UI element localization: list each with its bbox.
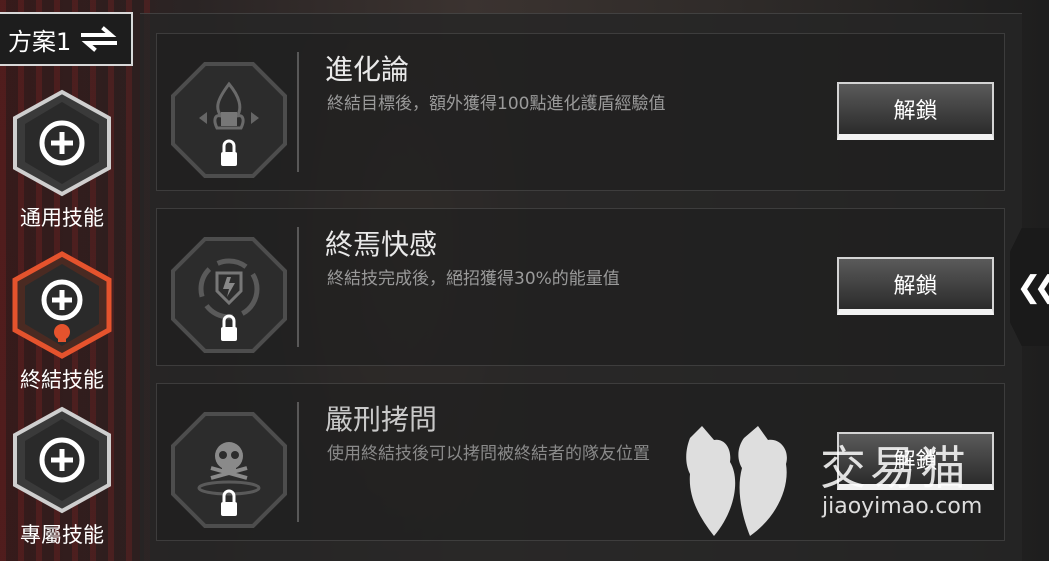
unlock-button[interactable]: 解鎖 [837, 82, 994, 140]
category-label: 通用技能 [20, 206, 104, 230]
swap-arrows-icon [81, 26, 118, 52]
ultimate-shield-emblem-icon [171, 237, 287, 353]
skill-title: 進化論 [325, 53, 410, 86]
collapse-panel-button[interactable]: ❮❮ [1010, 228, 1049, 346]
category-label: 專屬技能 [20, 523, 104, 547]
watermark-url: jiaoyimao.com [822, 494, 983, 519]
plus-circle-hex-icon [13, 89, 111, 197]
unlock-button[interactable]: 解鎖 [837, 257, 994, 315]
skill-description: 使用終結技後可以拷問被終結者的隊友位置 [327, 444, 650, 464]
row-divider [297, 52, 299, 172]
skill-description: 終結技完成後，絕招獲得30%的能量值 [327, 269, 620, 289]
watermark-text: 交易猫 [820, 441, 970, 495]
category-general-skills[interactable]: 通用技能 [0, 88, 124, 232]
skill-description: 終結目標後，額外獲得100點進化護盾經驗值 [327, 94, 666, 114]
row-divider [297, 227, 299, 347]
skull-emblem-icon [171, 412, 287, 528]
skill-row: 終焉快感 終結技完成後，絕招獲得30%的能量值 解鎖 [156, 208, 1005, 366]
plus-circle-skull-hex-icon [12, 251, 112, 359]
skill-title: 嚴刑拷問 [325, 403, 438, 436]
category-exclusive-skills[interactable]: 專屬技能 [0, 405, 124, 549]
scheme-label: 方案1 [8, 27, 72, 56]
category-finisher-skills[interactable]: 終結技能 [0, 250, 124, 394]
scheme-switch-button[interactable]: 方案1 [0, 12, 133, 66]
row-divider [297, 402, 299, 522]
flame-armor-emblem-icon [171, 62, 287, 178]
double-chevron-left-icon: ❮❮ [1016, 269, 1049, 305]
skill-title: 終焉快感 [325, 228, 438, 261]
category-label: 終結技能 [20, 368, 104, 392]
skill-row: 進化論 終結目標後，額外獲得100點進化護盾經驗值 解鎖 [156, 33, 1005, 191]
plus-circle-hex-icon [13, 406, 111, 514]
